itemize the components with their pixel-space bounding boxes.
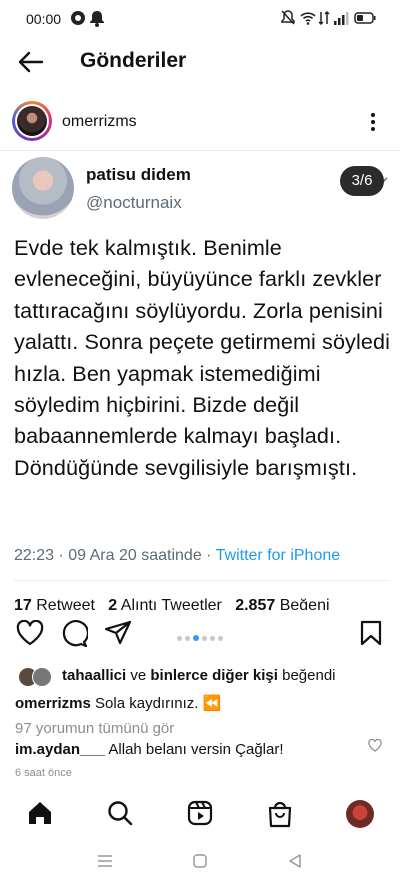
mute-icon: [281, 10, 295, 25]
tweet-separator: [0, 150, 400, 151]
page-title: Gönderiler: [80, 49, 187, 72]
tweet-author-handle: @nocturnaix: [86, 193, 182, 212]
heart-icon[interactable]: [16, 620, 44, 646]
likes-text[interactable]: tahaallici ve binlerce diğer kişi beğend…: [62, 667, 336, 684]
view-all-comments-link[interactable]: 97 yorumun tümünü gör: [15, 720, 174, 737]
post-caption: omerrizms Sola kaydırınız. ⏪: [15, 694, 221, 712]
comment-like-icon[interactable]: [368, 739, 382, 752]
tweet-divider: [14, 580, 388, 581]
more-vertical-icon[interactable]: [369, 112, 377, 132]
bookmark-icon[interactable]: [359, 620, 383, 646]
battery-icon: [354, 12, 376, 24]
caption-username[interactable]: omerrizms: [15, 695, 91, 712]
notification-bell-icon: [90, 11, 104, 27]
likes-connector: ve: [130, 667, 147, 684]
liker-username[interactable]: tahaallici: [62, 667, 126, 684]
carousel-counter: 3/6: [340, 166, 384, 196]
search-icon[interactable]: [107, 800, 133, 826]
wifi-icon: [300, 12, 316, 25]
quote-count: 2: [108, 597, 118, 610]
signal-icon: [334, 12, 349, 25]
post-author-username[interactable]: omerrizms: [62, 113, 137, 131]
comment-item: im.aydan___ Allah belanı versin Çağlar!: [15, 741, 284, 758]
post-time-ago: 6 saat önce: [15, 767, 72, 779]
caption-text: Sola kaydırınız. ⏪: [95, 695, 222, 712]
tweet-source: Twitter for iPhone: [215, 547, 341, 564]
tweet-author-avatar: [12, 157, 74, 219]
tweet-time: 22:23: [14, 547, 55, 564]
tweet-author-name: patisu didem: [86, 165, 191, 184]
quote-label: Alıntı Tweetler: [120, 597, 222, 610]
likes-others[interactable]: binlerce diğer kişi: [150, 667, 278, 684]
retweet-count: 17: [14, 597, 32, 610]
tweet-date: · 09 Ara 20 saatinde ·: [58, 547, 212, 564]
retweet-label: Retweet: [36, 597, 95, 610]
shop-icon[interactable]: [267, 800, 293, 828]
like-label: Beğeni: [279, 597, 330, 610]
home-square-icon[interactable]: [193, 854, 207, 868]
back-arrow-icon[interactable]: [18, 51, 44, 73]
liker-avatar: [32, 667, 52, 687]
home-icon[interactable]: [27, 800, 53, 826]
profile-avatar[interactable]: [346, 800, 374, 828]
tweet-text: Evde tek kalmıştık. Benimle evleneceğini…: [14, 235, 390, 480]
data-icon: [318, 10, 330, 26]
send-icon[interactable]: [104, 620, 132, 646]
tweet-stats: 17 Retweet 2 Alıntı Tweetler 2.857 Beğen…: [14, 596, 330, 610]
reels-icon[interactable]: [187, 800, 213, 826]
post-author-avatar[interactable]: [12, 101, 52, 141]
comment-text: Allah belanı versin Çağlar!: [108, 741, 284, 758]
likes-suffix: beğendi: [282, 667, 336, 684]
chrome-icon: [71, 11, 85, 25]
back-triangle-icon[interactable]: [288, 854, 302, 868]
like-count: 2.857: [235, 597, 276, 610]
recents-menu-icon[interactable]: [97, 854, 113, 868]
carousel-dots: [177, 628, 226, 646]
status-bar: 00:00: [0, 0, 400, 38]
comment-icon[interactable]: [60, 620, 88, 648]
tweet-meta: 22:23 · 09 Ara 20 saatinde · Twitter for…: [14, 547, 340, 565]
comment-username[interactable]: im.aydan___: [15, 741, 105, 758]
status-time: 00:00: [26, 11, 62, 27]
